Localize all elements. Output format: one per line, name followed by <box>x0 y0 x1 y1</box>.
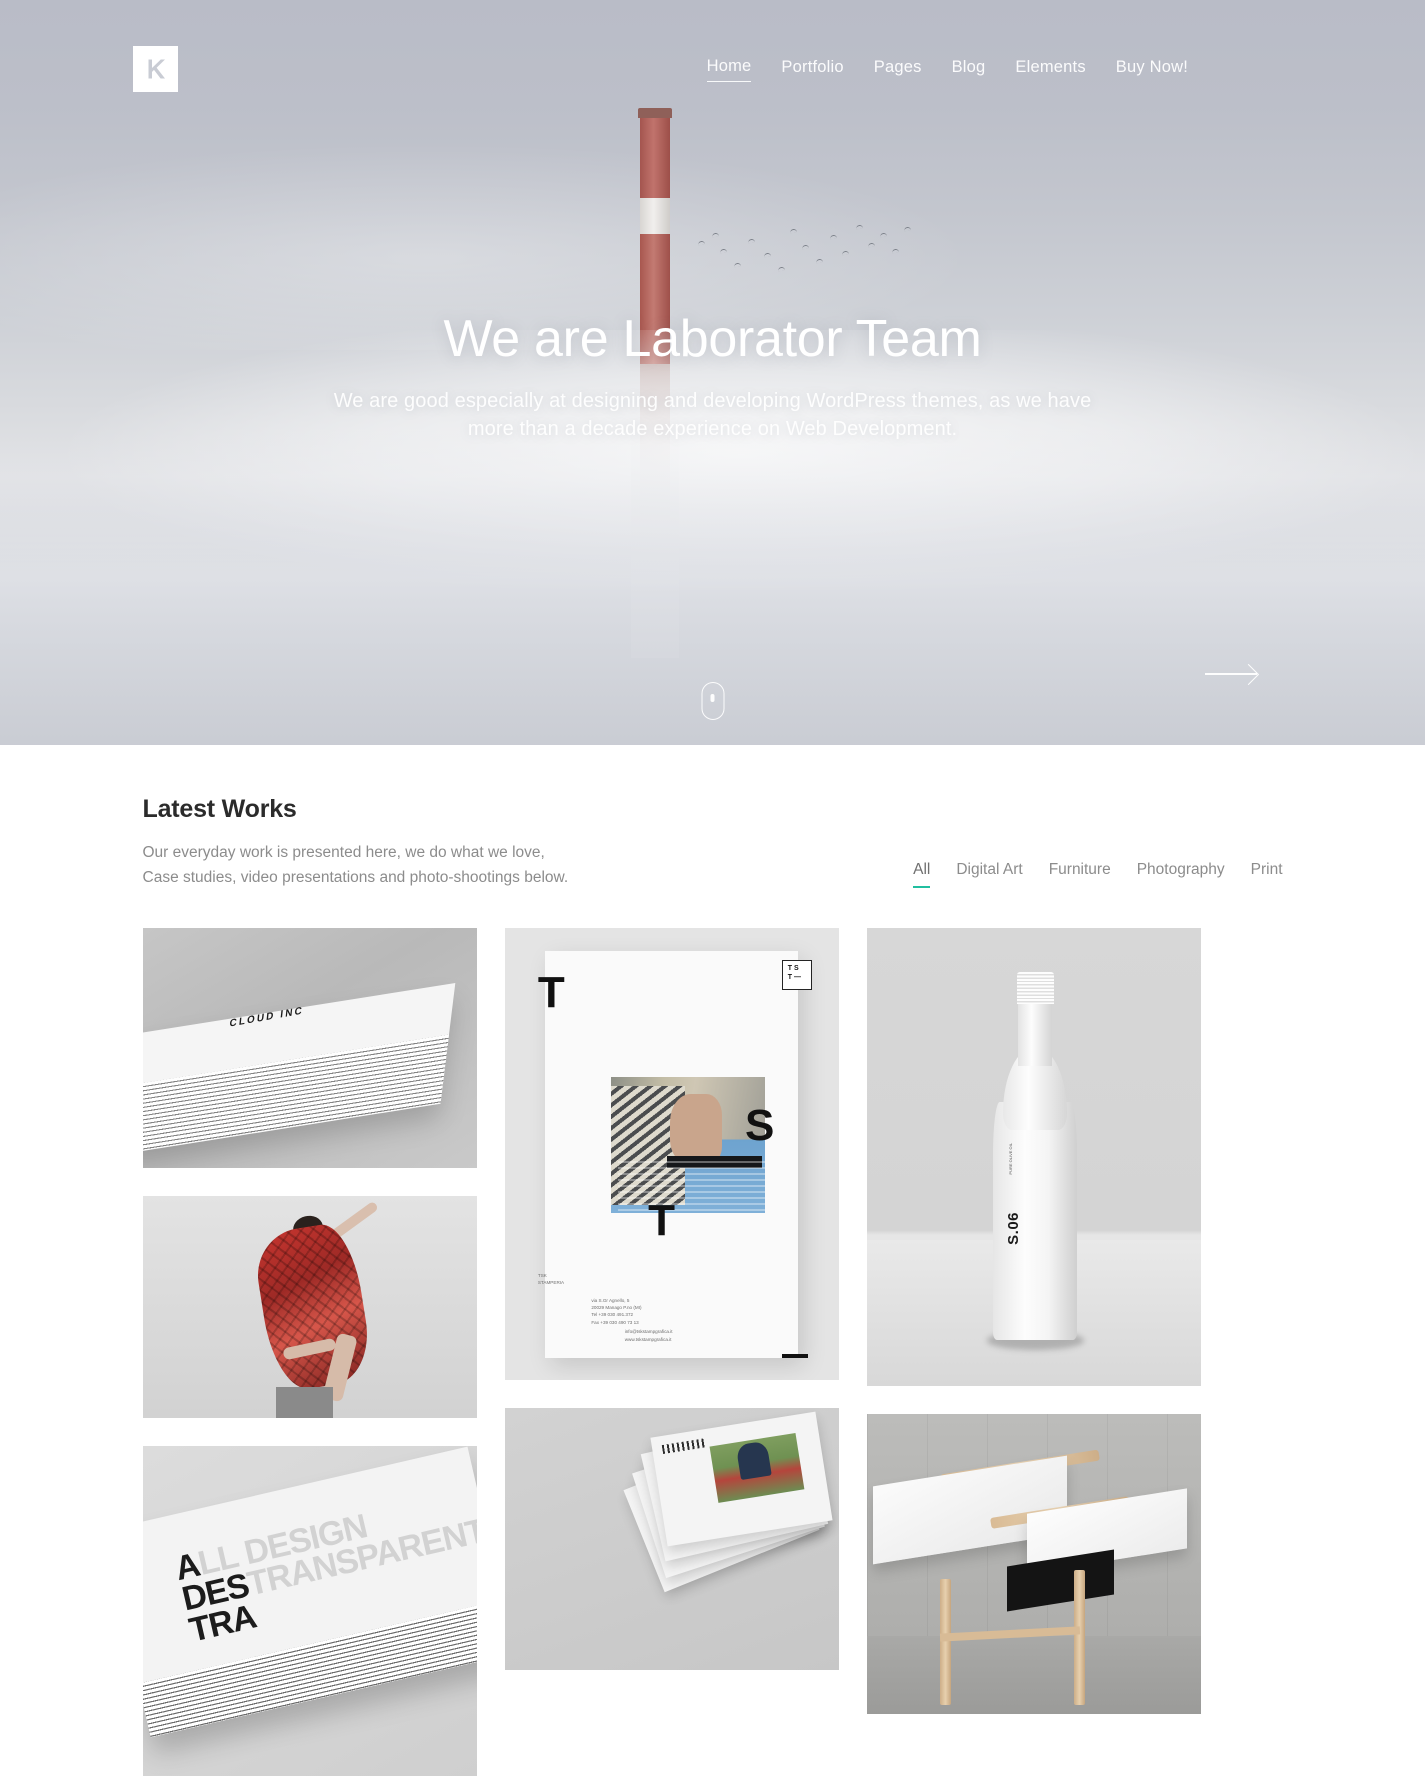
portfolio-item-business-card-stack[interactable]: CLOUD INC <box>142 928 477 1169</box>
works-header-text: Latest Works Our everyday work is presen… <box>143 795 569 890</box>
nav-item-elements[interactable]: Elements <box>1015 58 1085 82</box>
hero-subtitle: We are good especially at designing and … <box>0 387 1425 444</box>
nav-item-portfolio[interactable]: Portfolio <box>781 58 843 82</box>
hero-subtitle-line-1: We are good especially at designing and … <box>333 389 1092 412</box>
portfolio-item-embossed-cards[interactable]: ALL DESIGN DESTRANSPARENT TRA <box>142 1446 477 1776</box>
filter-photography[interactable]: Photography <box>1137 861 1225 888</box>
hero-copy: We are Laborator Team We are good especi… <box>0 310 1425 444</box>
bottle-microlabel: PURE OLIVE OIL <box>1008 1143 1014 1176</box>
hero-title: We are Laborator Team <box>443 310 982 368</box>
site-logo[interactable] <box>133 46 178 92</box>
poster-letter-s: S <box>744 1101 775 1151</box>
site-header: Home Portfolio Pages Blog Elements Buy N… <box>0 0 1425 140</box>
arrow-right-icon[interactable] <box>1205 660 1257 686</box>
portfolio-item-typography-poster[interactable]: T S T T S T — TSK STAMPERIA via S.Gr Agn <box>504 928 839 1381</box>
desk-leg-2 <box>1073 1570 1085 1706</box>
filter-furniture[interactable]: Furniture <box>1049 861 1111 888</box>
booklet-cover-photo <box>709 1432 805 1503</box>
mouse-scroll-icon[interactable] <box>701 682 724 720</box>
poster-micro-text-2: via S.Gr Agnello, 5 20029 Manago P.no (M… <box>591 1297 642 1325</box>
poster-dash-mark <box>782 1353 809 1358</box>
section-title: Latest Works <box>142 795 297 823</box>
section-description-line-1: Our everyday work is presented here, we … <box>142 844 545 861</box>
poster-micro-text-3: info@tskstampgrafica.it www.tskstampgraf… <box>624 1329 673 1342</box>
latest-works-section: Latest Works Our everyday work is presen… <box>0 745 1425 1776</box>
birds-flock <box>690 215 930 285</box>
collage-hand <box>669 1093 722 1165</box>
poster-letter-t1: T <box>537 968 565 1018</box>
bottle-label: S.06 <box>1005 1212 1023 1246</box>
filter-all[interactable]: All <box>913 861 931 889</box>
portfolio-item-white-bottle[interactable]: PURE OLIVE OIL S.06 <box>866 928 1201 1387</box>
poster-micro-text-1: TSK STAMPERIA <box>537 1272 565 1286</box>
poster-stamp-icon: T S T — <box>781 956 815 990</box>
desk-floor <box>866 1636 1201 1715</box>
portfolio-filters[interactable]: All Digital Art Furniture Photography Pr… <box>913 861 1283 890</box>
bottle-cap <box>1016 971 1054 1004</box>
portfolio-column-3: PURE OLIVE OIL S.06 <box>866 928 1201 1715</box>
portfolio-item-wooden-white-desk[interactable] <box>866 1414 1201 1715</box>
portfolio-item-booklet-stack[interactable] <box>504 1408 839 1671</box>
hero-subtitle-line-2: more than a decade experience on Web Dev… <box>467 418 958 441</box>
filter-print[interactable]: Print <box>1251 861 1283 888</box>
logo-k-icon <box>144 57 168 81</box>
portfolio-column-2: T S T T S T — TSK STAMPERIA via S.Gr Agn <box>504 928 839 1671</box>
main-navigation[interactable]: Home Portfolio Pages Blog Elements Buy N… <box>706 57 1188 82</box>
section-description: Our everyday work is presented here, we … <box>143 840 569 890</box>
nav-item-blog[interactable]: Blog <box>952 58 986 82</box>
poster-letter-t2: T <box>648 1196 675 1246</box>
nav-item-pages[interactable]: Pages <box>874 58 922 82</box>
section-description-line-2: Case studies, video presentations and ph… <box>142 869 569 887</box>
works-header: Latest Works Our everyday work is presen… <box>143 795 1283 890</box>
dancer-stool <box>276 1387 333 1419</box>
dancer-dress <box>250 1220 375 1394</box>
nav-item-home[interactable]: Home <box>706 57 752 82</box>
filter-digital-art[interactable]: Digital Art <box>956 861 1022 888</box>
stamp-line-1: T S <box>787 964 799 972</box>
hero-section: Home Portfolio Pages Blog Elements Buy N… <box>0 0 1425 745</box>
stamp-line-2: T — <box>787 973 802 981</box>
desk-leg-1 <box>939 1579 952 1706</box>
booklet-cover-barcode <box>661 1438 707 1454</box>
chimney-segment-white <box>640 198 670 234</box>
poster-photo-collage <box>611 1077 765 1213</box>
nav-item-buy-now[interactable]: Buy Now! <box>1116 58 1188 82</box>
portfolio-column-1: CLOUD INC ALL DESIGN DESTRANSPARENT TRA <box>142 928 477 1776</box>
portfolio-grid: CLOUD INC ALL DESIGN DESTRANSPARENT TRA … <box>142 928 1283 1776</box>
collage-water <box>617 1161 765 1213</box>
portfolio-item-dancer-red-dress[interactable] <box>142 1196 477 1419</box>
